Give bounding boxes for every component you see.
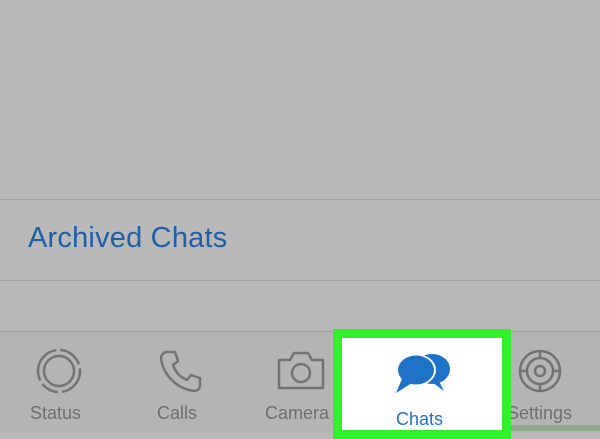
tab-calls-label: Calls (157, 403, 198, 423)
status-ring-icon (36, 348, 82, 394)
gear-icon (518, 349, 562, 393)
tab-camera[interactable]: Camera (255, 332, 335, 432)
decorative-strip (511, 425, 600, 431)
tab-settings-label: Settings (507, 403, 573, 423)
tab-chats-label: Chats (396, 409, 444, 429)
tab-chats[interactable]: Chats (333, 329, 511, 439)
tab-calls[interactable]: Calls (135, 332, 225, 432)
chat-bubbles-icon (396, 354, 450, 393)
tab-status[interactable]: Status (14, 332, 104, 432)
tab-settings[interactable]: Settings (505, 332, 600, 432)
tab-status-label: Status (30, 403, 82, 423)
camera-icon (277, 351, 325, 390)
chat-list-area: Archived Chats (0, 0, 600, 331)
divider-bottom (0, 280, 600, 281)
phone-icon (159, 350, 202, 393)
archived-chats-label: Archived Chats (28, 222, 228, 254)
tab-camera-label: Camera (265, 403, 330, 423)
